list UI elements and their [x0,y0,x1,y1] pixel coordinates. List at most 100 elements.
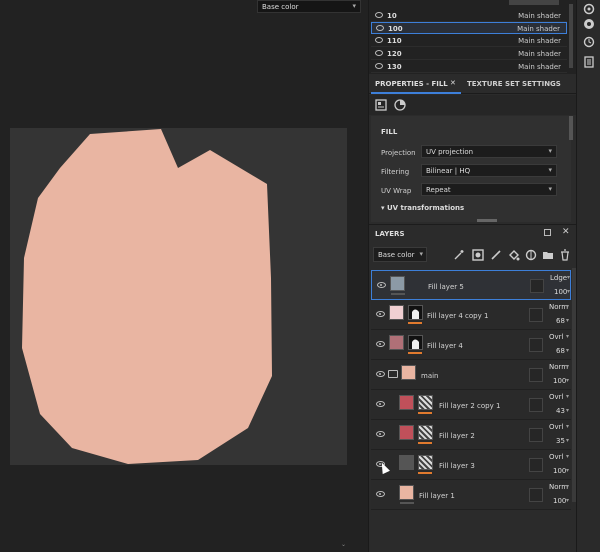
layer-row[interactable]: Fill layer 4 copy 1 Norm ▾ 68 ▾ [371,300,571,330]
layer-row[interactable]: Fill layer 3 Ovrl ▾ 100 ▾ [371,450,571,480]
channel-select[interactable]: Base color ▾ [257,0,361,13]
log-icon[interactable] [583,56,595,68]
eye-icon[interactable] [375,50,383,56]
layer-opacity[interactable]: 100 [554,288,567,296]
add-effect-icon[interactable] [453,249,465,261]
add-mask-icon[interactable] [472,249,484,261]
eye-icon[interactable] [376,25,384,31]
layer-mask-slot[interactable] [530,279,544,293]
layer-mask-thumbnail [418,455,433,470]
texture-set-row[interactable]: 120 Main shader [371,48,567,60]
layer-name[interactable]: main [421,372,439,380]
texture-set-scrollbar[interactable] [569,4,573,68]
eye-icon[interactable] [375,63,383,69]
layer-name[interactable]: Fill layer 4 [427,342,463,350]
texture-set-row[interactable]: 10 Main shader [371,10,567,22]
layer-mask-slot[interactable] [529,458,543,472]
layer-name[interactable]: Fill layer 4 copy 1 [427,312,488,320]
layer-bar [418,472,432,474]
eye-icon[interactable] [376,311,385,317]
layer-opacity[interactable]: 100 [553,497,566,505]
viewport-2d[interactable]: Base color ▾ ⌄ [0,0,368,552]
clock-icon[interactable] [583,36,595,48]
layer-blend-mode[interactable]: Ovrl [549,423,563,431]
texture-set-row[interactable]: 130 Main shader [371,61,567,73]
tab-properties-fill[interactable]: PROPERTIES - FILL [375,80,448,88]
folder-icon[interactable] [388,370,398,378]
eye-icon[interactable] [376,431,385,437]
history-icon[interactable] [583,18,595,30]
eye-icon[interactable] [376,491,385,497]
layer-mask-slot[interactable] [529,428,543,442]
settings-icon[interactable] [583,3,595,15]
tab-texture-set-settings[interactable]: TEXTURE SET SETTINGS [467,80,561,88]
properties-scrollbar[interactable] [569,116,573,140]
texture-icon[interactable] [375,99,387,111]
texture-set-row[interactable]: 110 Main shader [371,35,567,47]
undock-icon[interactable] [544,229,551,236]
layer-thumbnail [399,485,414,500]
paint-layer-icon[interactable] [490,249,502,261]
eye-icon[interactable] [376,371,385,377]
layer-name[interactable]: Fill layer 3 [439,462,475,470]
layer-mask-slot[interactable] [529,398,543,412]
layer-row-selected[interactable]: Fill layer 5 Ldge ▾ 100 ▾ [371,270,571,300]
layer-thumbnail [389,305,404,320]
layer-blend-mode[interactable]: Ovrl [549,453,563,461]
layer-folder-row[interactable]: main Norm ▾ 100 ▾ [371,360,571,390]
filtering-select[interactable]: Bilinear | HQ ▾ [421,164,557,177]
layer-opacity[interactable]: 68 [556,347,565,355]
uv-wrap-select[interactable]: Repeat ▾ [421,183,557,196]
properties-body: FILL Projection UV projection ▾ Filterin… [371,116,571,222]
settings-tab-fragment[interactable] [509,0,559,5]
fill-layer-icon[interactable] [508,249,520,261]
layer-opacity[interactable]: 68 [556,317,565,325]
eye-icon[interactable] [377,282,386,288]
layer-opacity[interactable]: 100 [553,467,566,475]
projection-select[interactable]: UV projection ▾ [421,145,557,158]
close-icon[interactable]: ✕ [562,227,570,237]
layer-thumbnail [399,425,414,440]
texture-set-row-selected[interactable]: 100 Main shader [371,22,567,34]
close-icon[interactable]: ✕ [450,79,456,87]
texture-set-shader[interactable]: Main shader [518,63,561,71]
layer-row[interactable]: Fill layer 2 Ovrl ▾ 35 ▾ [371,420,571,450]
layer-thumbnail [399,455,414,470]
panel-resize-handle[interactable] [477,219,497,222]
layer-blend-mode[interactable]: Ldge [550,274,567,282]
right-dock-toolbar [576,0,600,552]
texture-set-shader[interactable]: Main shader [517,25,560,33]
layer-row[interactable]: Fill layer 4 Ovrl ▾ 68 ▾ [371,330,571,360]
texture-set-shader[interactable]: Main shader [518,37,561,45]
layer-mask-slot[interactable] [529,488,543,502]
chevron-down-icon: ▾ [548,147,552,155]
layer-opacity[interactable]: 100 [553,377,566,385]
layer-opacity[interactable]: 35 [556,437,565,445]
layer-mask-slot[interactable] [529,368,543,382]
layer-row[interactable]: Fill layer 2 copy 1 Ovrl ▾ 43 ▾ [371,390,571,420]
texture-set-shader[interactable]: Main shader [518,12,561,20]
uv-transformations-header[interactable]: ▾ UV transformations [381,204,464,212]
layer-opacity[interactable]: 43 [556,407,565,415]
eye-icon[interactable] [375,12,383,18]
expand-chevron-icon[interactable]: ⌄ [341,541,346,548]
layer-mask-slot[interactable] [529,308,543,322]
eye-icon[interactable] [376,401,385,407]
layer-name[interactable]: Fill layer 2 copy 1 [439,402,500,410]
layer-name[interactable]: Fill layer 5 [428,283,464,291]
trash-icon[interactable] [559,249,571,261]
smart-material-icon[interactable] [525,249,537,261]
eye-icon[interactable] [376,341,385,347]
layer-channel-select[interactable]: Base color ▾ [373,247,427,262]
eye-icon[interactable] [375,37,383,43]
folder-icon[interactable] [542,249,554,261]
layer-name[interactable]: Fill layer 2 [439,432,475,440]
layer-mask-slot[interactable] [529,338,543,352]
material-sphere-icon[interactable] [394,99,406,111]
layer-row[interactable]: Fill layer 1 Norm ▾ 100 ▾ [371,480,571,510]
layer-blend-mode[interactable]: Ovrl [549,333,563,341]
layer-blend-mode[interactable]: Ovrl [549,393,563,401]
layer-name[interactable]: Fill layer 1 [419,492,455,500]
uv-canvas[interactable] [10,128,347,465]
texture-set-shader[interactable]: Main shader [518,50,561,58]
